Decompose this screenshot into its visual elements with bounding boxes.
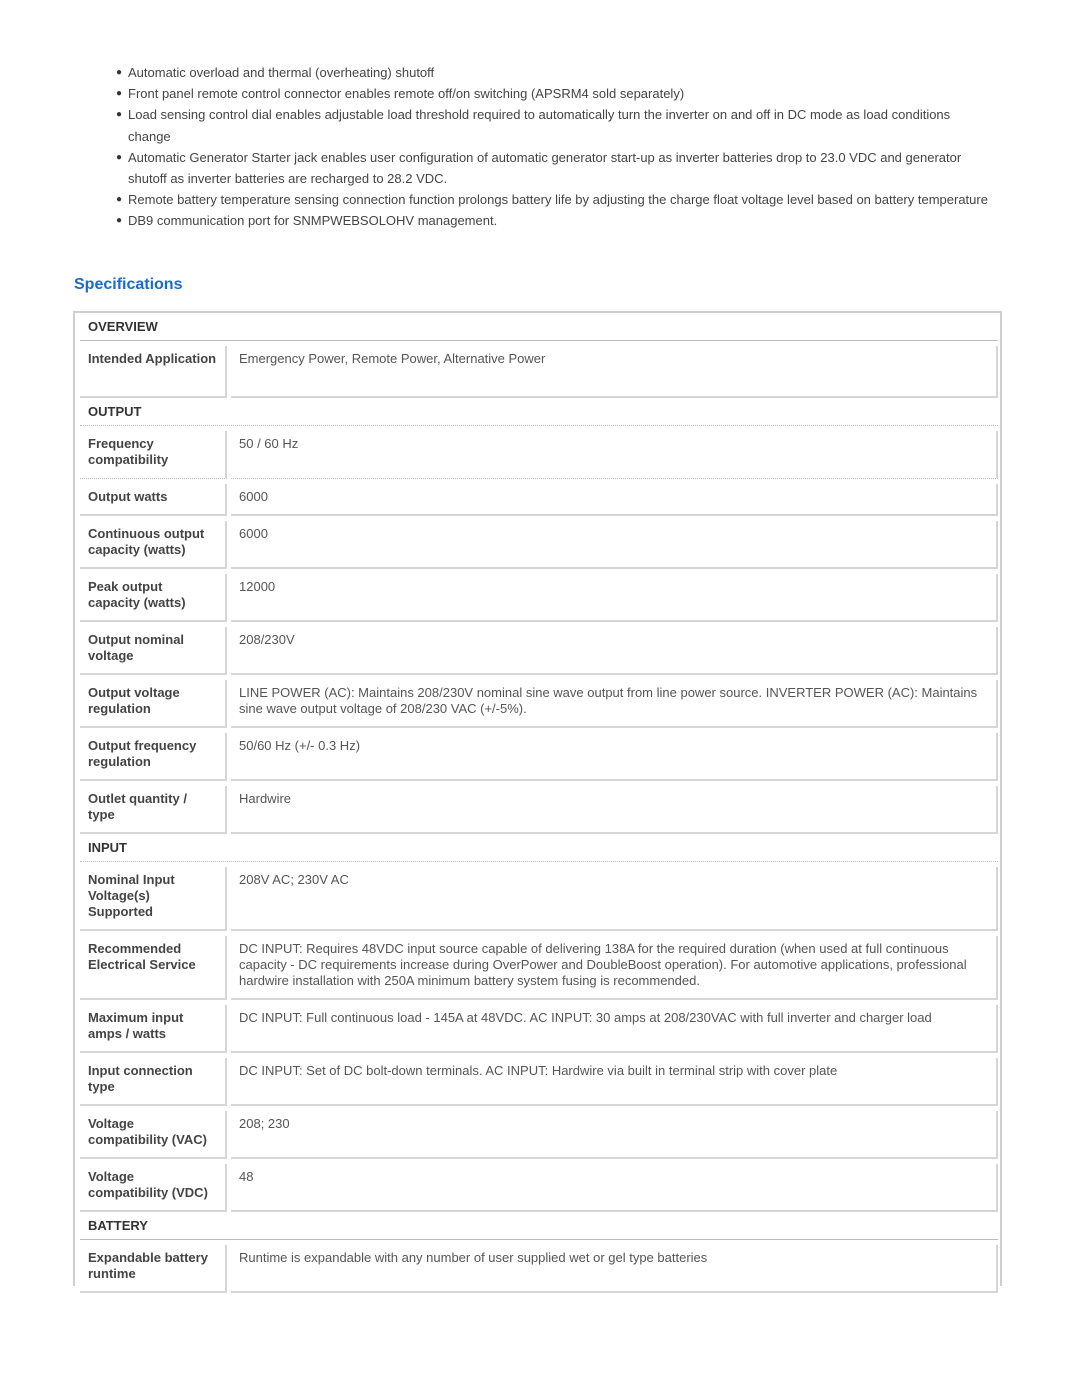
spec-label: Maximum input amps / watts: [80, 1005, 227, 1053]
spec-label: Continuous output capacity (watts): [80, 521, 227, 569]
spec-row: Input connection type DC INPUT: Set of D…: [80, 1058, 998, 1106]
spec-value: LINE POWER (AC): Maintains 208/230V nomi…: [231, 680, 998, 728]
spec-value: 6000: [231, 484, 998, 516]
section-header-battery: BATTERY: [80, 1215, 998, 1240]
spec-value: 208V AC; 230V AC: [231, 867, 998, 931]
spec-row: Nominal Input Voltage(s) Supported 208V …: [80, 867, 998, 931]
bullet-icon: ●: [116, 151, 123, 163]
spec-value: 6000: [231, 521, 998, 569]
spec-value: 50/60 Hz (+/- 0.3 Hz): [231, 733, 998, 781]
spec-label: Recommended Electrical Service: [80, 936, 227, 1000]
spec-row: Voltage compatibility (VDC) 48: [80, 1164, 998, 1212]
bullet-icon: ●: [116, 109, 123, 121]
spec-value: DC INPUT: Requires 48VDC input source ca…: [231, 936, 998, 1000]
spec-value: 12000: [231, 574, 998, 622]
spec-row: Output voltage regulation LINE POWER (AC…: [80, 680, 998, 728]
feature-item: ● DB9 communication port for SNMPWEBSOLOH…: [116, 210, 996, 231]
spec-label: Output frequency regulation: [80, 733, 227, 781]
spec-row: Expandable battery runtime Runtime is ex…: [80, 1245, 998, 1293]
spec-value: DC INPUT: Set of DC bolt-down terminals.…: [231, 1058, 998, 1106]
spec-label: Voltage compatibility (VAC): [80, 1111, 227, 1159]
spec-label: Output nominal voltage: [80, 627, 227, 675]
spec-label: Peak output capacity (watts): [80, 574, 227, 622]
spec-row: Voltage compatibility (VAC) 208; 230: [80, 1111, 998, 1159]
spec-row: Maximum input amps / watts DC INPUT: Ful…: [80, 1005, 998, 1053]
feature-item: ● Automatic overload and thermal (overhea…: [116, 62, 996, 83]
spec-row: Intended Application Emergency Power, Re…: [80, 346, 998, 398]
spec-value: 208/230V: [231, 627, 998, 675]
spec-label: Voltage compatibility (VDC): [80, 1164, 227, 1212]
spec-row: Output frequency regulation 50/60 Hz (+/…: [80, 733, 998, 781]
section-header-output: OUTPUT: [80, 401, 998, 426]
spec-value: 50 / 60 Hz: [231, 431, 998, 479]
feature-item: ● Remote battery temperature sensing conn…: [116, 189, 996, 210]
feature-item: ● Front panel remote control connector en…: [116, 83, 996, 104]
spec-label: Expandable battery runtime: [80, 1245, 227, 1293]
spec-label: Frequency compatibility: [80, 431, 227, 479]
spec-value: 208; 230: [231, 1111, 998, 1159]
section-header-input: INPUT: [80, 837, 998, 862]
feature-list: ● Automatic overload and thermal (overhea…: [116, 62, 996, 232]
spec-row: Recommended Electrical Service DC INPUT:…: [80, 936, 998, 1000]
spec-label: Outlet quantity / type: [80, 786, 227, 834]
spec-value: Runtime is expandable with any number of…: [231, 1245, 998, 1293]
spec-row: Continuous output capacity (watts) 6000: [80, 521, 998, 569]
spec-row: Frequency compatibility 50 / 60 Hz: [80, 431, 998, 479]
spec-row: Output watts 6000: [80, 484, 998, 516]
spec-table: OVERVIEW Intended Application Emergency …: [80, 316, 998, 1293]
spec-value: 48: [231, 1164, 998, 1212]
bullet-icon: ●: [116, 67, 123, 78]
spec-label: Input connection type: [80, 1058, 227, 1106]
section-header-overview: OVERVIEW: [80, 316, 998, 341]
feature-item: ● Load sensing control dial enables adjus…: [116, 104, 996, 146]
bullet-icon: ●: [116, 215, 123, 227]
bullet-icon: ●: [116, 194, 123, 206]
specifications-heading: Specifications: [74, 276, 183, 293]
spec-value: Hardwire: [231, 786, 998, 834]
spec-row: Outlet quantity / type Hardwire: [80, 786, 998, 834]
feature-item: ● Automatic Generator Starter jack enable…: [116, 147, 996, 189]
spec-row: Output nominal voltage 208/230V: [80, 627, 998, 675]
spec-label: Output voltage regulation: [80, 680, 227, 728]
spec-value: Emergency Power, Remote Power, Alternati…: [231, 346, 998, 398]
spec-label: Nominal Input Voltage(s) Supported: [80, 867, 227, 931]
spec-label: Output watts: [80, 484, 227, 516]
bullet-icon: ●: [116, 88, 123, 100]
spec-label: Intended Application: [80, 346, 227, 398]
spec-row: Peak output capacity (watts) 12000: [80, 574, 998, 622]
spec-value: DC INPUT: Full continuous load - 145A at…: [231, 1005, 998, 1053]
